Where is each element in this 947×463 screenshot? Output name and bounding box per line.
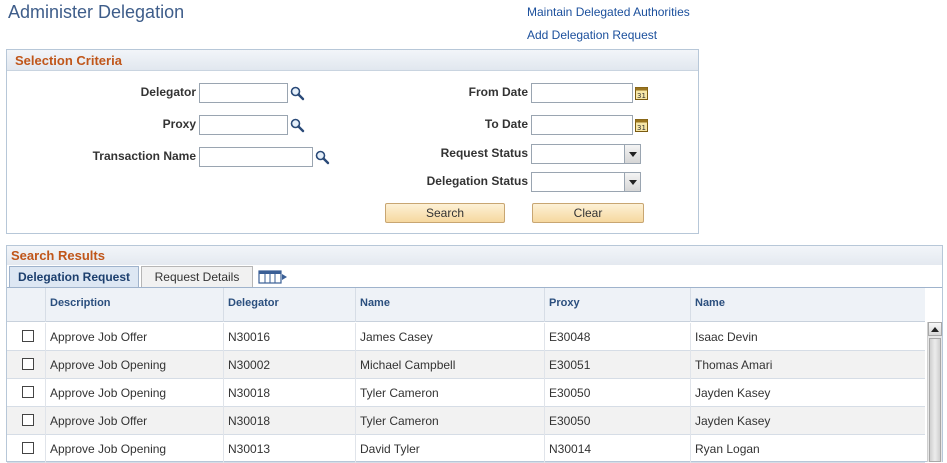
chevron-down-icon[interactable] [624, 173, 640, 191]
delegator-lookup-icon[interactable] [289, 85, 305, 101]
cell-delegator: N30013 [223, 435, 355, 463]
proxy-input[interactable] [199, 115, 288, 135]
cell-delegator-name: Tyler Cameron [355, 379, 544, 407]
cell-proxy: E30048 [544, 323, 690, 351]
cell-description: Approve Job Offer [45, 407, 223, 435]
tab-label: Delegation Request [17, 270, 131, 284]
cell-proxy: E30050 [544, 407, 690, 435]
clear-button[interactable]: Clear [532, 203, 644, 223]
cell-description: Approve Job Offer [45, 323, 223, 351]
grid-header: Description Delegator Name Proxy Name [7, 288, 925, 322]
request-status-label: Request Status [440, 146, 528, 160]
column-header-description[interactable]: Description [45, 288, 223, 322]
row-select-checkbox[interactable] [22, 442, 34, 454]
search-button[interactable]: Search [385, 203, 505, 223]
from-date-label: From Date [468, 85, 528, 99]
delegation-status-label: Delegation Status [426, 174, 528, 188]
cell-delegator-name: Tyler Cameron [355, 407, 544, 435]
from-date-input[interactable] [531, 83, 633, 103]
page-title: Administer Delegation [8, 2, 185, 22]
cell-delegator-name: James Casey [355, 323, 544, 351]
cell-proxy-name: Thomas Amari [690, 351, 925, 379]
cell-delegator: N30016 [223, 323, 355, 351]
table-row: Approve Job Offer N30016 James Casey E30… [7, 323, 925, 351]
column-header-proxy[interactable]: Proxy [544, 288, 690, 322]
delegator-input[interactable] [199, 83, 288, 103]
column-header-delegator[interactable]: Delegator [223, 288, 355, 322]
selection-criteria-title: Selection Criteria [7, 50, 698, 71]
cell-delegator: N30018 [223, 407, 355, 435]
row-select-checkbox[interactable] [22, 414, 34, 426]
cell-proxy: N30014 [544, 435, 690, 463]
column-header-proxy-name[interactable]: Name [690, 288, 925, 322]
row-select-checkbox[interactable] [22, 358, 34, 370]
cell-proxy: E30051 [544, 351, 690, 379]
proxy-label: Proxy [162, 117, 196, 131]
to-date-label: To Date [484, 117, 528, 131]
proxy-lookup-icon[interactable] [289, 117, 305, 133]
tab-label: Request Details [154, 270, 240, 284]
from-date-calendar-icon[interactable]: 31 [634, 85, 650, 101]
cell-delegator-name: David Tyler [355, 435, 544, 463]
request-status-select[interactable] [531, 144, 641, 164]
to-date-calendar-icon[interactable]: 31 [634, 117, 650, 133]
column-header-delegator-name[interactable]: Name [355, 288, 544, 322]
scrollbar-thumb[interactable] [929, 338, 941, 462]
search-results-title: Search Results [7, 246, 942, 265]
cell-proxy: E30050 [544, 379, 690, 407]
table-row: Approve Job Opening N30018 Tyler Cameron… [7, 379, 925, 407]
svg-text:31: 31 [637, 124, 646, 132]
cell-proxy-name: Isaac Devin [690, 323, 925, 351]
cell-proxy-name: Ryan Logan [690, 435, 925, 463]
scroll-up-arrow-icon[interactable] [928, 322, 942, 336]
delegator-label: Delegator [140, 85, 196, 99]
cell-delegator: N30018 [223, 379, 355, 407]
cell-description: Approve Job Opening [45, 435, 223, 463]
table-row: Approve Job Opening N30013 David Tyler N… [7, 435, 925, 463]
transaction-name-label: Transaction Name [92, 149, 196, 163]
chevron-down-icon[interactable] [624, 145, 640, 163]
cell-proxy-name: Jayden Kasey [690, 407, 925, 435]
transaction-name-lookup-icon[interactable] [314, 149, 330, 165]
row-select-checkbox[interactable] [22, 330, 34, 342]
search-results-panel: Search Results Delegation Request Reques… [6, 245, 943, 463]
delegation-status-select[interactable] [531, 172, 641, 192]
svg-text:31: 31 [637, 92, 646, 100]
table-row: Approve Job Opening N30002 Michael Campb… [7, 351, 925, 379]
to-date-input[interactable] [531, 115, 633, 135]
cell-delegator-name: Michael Campbell [355, 351, 544, 379]
cell-proxy-name: Jayden Kasey [690, 379, 925, 407]
maintain-delegated-authorities-link[interactable]: Maintain Delegated Authorities [527, 5, 690, 19]
show-all-columns-icon[interactable] [258, 269, 288, 285]
tab-delegation-request[interactable]: Delegation Request [9, 266, 139, 288]
cell-delegator: N30002 [223, 351, 355, 379]
add-delegation-request-link[interactable]: Add Delegation Request [527, 28, 657, 42]
results-scrollbar[interactable] [927, 322, 942, 462]
transaction-name-input[interactable] [199, 147, 313, 167]
cell-description: Approve Job Opening [45, 351, 223, 379]
row-select-checkbox[interactable] [22, 386, 34, 398]
tab-request-details[interactable]: Request Details [141, 266, 253, 288]
cell-description: Approve Job Opening [45, 379, 223, 407]
table-row: Approve Job Offer N30018 Tyler Cameron E… [7, 407, 925, 435]
